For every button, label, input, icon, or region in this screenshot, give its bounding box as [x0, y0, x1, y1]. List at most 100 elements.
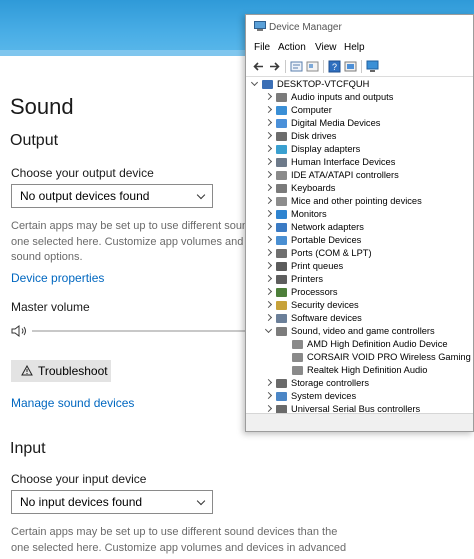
- tree-item[interactable]: Realtek High Definition Audio: [246, 364, 473, 377]
- chevron-right-icon[interactable]: [264, 300, 273, 309]
- tree-item[interactable]: DESKTOP-VTCFQUH: [246, 78, 473, 91]
- chevron-right-icon[interactable]: [264, 157, 273, 166]
- tree-item[interactable]: Portable Devices: [246, 234, 473, 247]
- menu-action[interactable]: Action: [278, 42, 306, 53]
- chevron-right-icon[interactable]: [264, 131, 273, 140]
- media-icon: [276, 119, 287, 128]
- chevron-right-icon[interactable]: [264, 378, 273, 387]
- mouse-icon: [276, 197, 287, 206]
- tree-item[interactable]: Sound, video and game controllers: [246, 325, 473, 338]
- storage-icon: [276, 379, 287, 388]
- manage-sound-devices-link[interactable]: Manage sound devices: [11, 396, 134, 410]
- chevron-down-icon: [196, 496, 206, 506]
- device-manager-window[interactable]: Device Manager File Action View Help ? D…: [245, 14, 474, 432]
- input-description-line: Certain apps may be set up to use differ…: [11, 526, 338, 538]
- help-icon[interactable]: ?: [328, 60, 341, 73]
- chevron-down-icon[interactable]: [264, 325, 273, 334]
- output-device-dropdown[interactable]: No output devices found: [11, 184, 213, 208]
- tree-item[interactable]: Human Interface Devices: [246, 156, 473, 169]
- tree-item[interactable]: Disk drives: [246, 130, 473, 143]
- scan-hardware-icon[interactable]: [366, 60, 379, 73]
- chevron-right-icon[interactable]: [264, 144, 273, 153]
- tree-item[interactable]: Processors: [246, 286, 473, 299]
- menu-view[interactable]: View: [315, 42, 337, 53]
- output-device-label: Choose your output device: [11, 166, 154, 180]
- device-view-icon[interactable]: [344, 60, 357, 73]
- security-icon: [276, 301, 287, 310]
- chevron-right-icon[interactable]: [264, 261, 273, 270]
- properties-icon[interactable]: [290, 60, 303, 73]
- tree-item[interactable]: Digital Media Devices: [246, 117, 473, 130]
- chevron-right-icon[interactable]: [264, 235, 273, 244]
- chevron-right-icon[interactable]: [264, 313, 273, 322]
- tree-item[interactable]: AMD High Definition Audio Device: [246, 338, 473, 351]
- tree-item[interactable]: CORSAIR VOID PRO Wireless Gaming Heads: [246, 351, 473, 364]
- chevron-right-icon[interactable]: [264, 274, 273, 283]
- chevron-right-icon[interactable]: [264, 222, 273, 231]
- tree-item[interactable]: Keyboards: [246, 182, 473, 195]
- input-device-dropdown[interactable]: No input devices found: [11, 490, 213, 514]
- status-bar: [246, 413, 473, 431]
- input-description-line: one selected here. Customize app volumes…: [11, 541, 347, 554]
- tree-item-label: Audio inputs and outputs: [291, 92, 394, 102]
- master-volume-slider[interactable]: [32, 330, 247, 332]
- tree-item[interactable]: Computer: [246, 104, 473, 117]
- warning-icon: [21, 365, 33, 376]
- window-title: Device Manager: [269, 22, 342, 33]
- tree-item[interactable]: Mice and other pointing devices: [246, 195, 473, 208]
- computer-icon: [262, 80, 273, 89]
- tree-item[interactable]: Display adapters: [246, 143, 473, 156]
- menu-file[interactable]: File: [254, 42, 270, 53]
- menu-help[interactable]: Help: [344, 42, 365, 53]
- port-icon: [276, 249, 287, 258]
- chevron-right-icon[interactable]: [264, 248, 273, 257]
- chevron-right-icon[interactable]: [264, 92, 273, 101]
- output-device-value: No output devices found: [20, 189, 150, 203]
- tree-item[interactable]: Audio inputs and outputs: [246, 91, 473, 104]
- tree-item[interactable]: Ports (COM & LPT): [246, 247, 473, 260]
- tree-item-label: Human Interface Devices: [291, 157, 396, 167]
- tree-item[interactable]: Software devices: [246, 312, 473, 325]
- chevron-right-icon[interactable]: [264, 118, 273, 127]
- tree-item[interactable]: Monitors: [246, 208, 473, 221]
- system-icon: [276, 392, 287, 401]
- window-titlebar[interactable]: Device Manager: [246, 15, 473, 39]
- tree-item-label: IDE ATA/ATAPI controllers: [291, 170, 399, 180]
- tree-item-label: Computer: [291, 105, 332, 115]
- chevron-right-icon[interactable]: [264, 404, 273, 413]
- tree-item[interactable]: System devices: [246, 390, 473, 403]
- back-arrow-icon[interactable]: [252, 60, 265, 73]
- tree-item[interactable]: Print queues: [246, 260, 473, 273]
- input-heading: Input: [10, 440, 46, 457]
- tree-item-label: Processors: [291, 287, 338, 297]
- tree-item-label: Portable Devices: [291, 235, 362, 245]
- speaker-volume-icon[interactable]: [11, 324, 29, 338]
- tree-item[interactable]: IDE ATA/ATAPI controllers: [246, 169, 473, 182]
- tree-item[interactable]: Storage controllers: [246, 377, 473, 390]
- chevron-right-icon[interactable]: [264, 170, 273, 179]
- tree-item[interactable]: Printers: [246, 273, 473, 286]
- ide-icon: [276, 171, 287, 180]
- forward-arrow-icon[interactable]: [268, 60, 281, 73]
- display-adapter-icon: [276, 145, 287, 154]
- show-hidden-icon[interactable]: [306, 60, 319, 73]
- chevron-right-icon[interactable]: [264, 183, 273, 192]
- tree-item-label: Network adapters: [291, 222, 364, 232]
- hid-icon: [276, 158, 287, 167]
- chevron-down-icon[interactable]: [250, 78, 259, 87]
- page-title: Sound: [10, 94, 74, 119]
- toolbar-separator: [323, 60, 324, 73]
- keyboard-icon: [276, 184, 287, 193]
- monitor-icon: [276, 210, 287, 219]
- chevron-right-icon[interactable]: [264, 287, 273, 296]
- device-manager-icon: [254, 21, 266, 31]
- tree-item[interactable]: Network adapters: [246, 221, 473, 234]
- troubleshoot-button[interactable]: Troubleshoot: [11, 360, 111, 382]
- chevron-right-icon[interactable]: [264, 196, 273, 205]
- tree-item-label: Sound, video and game controllers: [291, 326, 435, 336]
- chevron-right-icon[interactable]: [264, 105, 273, 114]
- chevron-right-icon[interactable]: [264, 209, 273, 218]
- tree-item[interactable]: Security devices: [246, 299, 473, 312]
- chevron-right-icon[interactable]: [264, 391, 273, 400]
- device-properties-link[interactable]: Device properties: [11, 271, 104, 285]
